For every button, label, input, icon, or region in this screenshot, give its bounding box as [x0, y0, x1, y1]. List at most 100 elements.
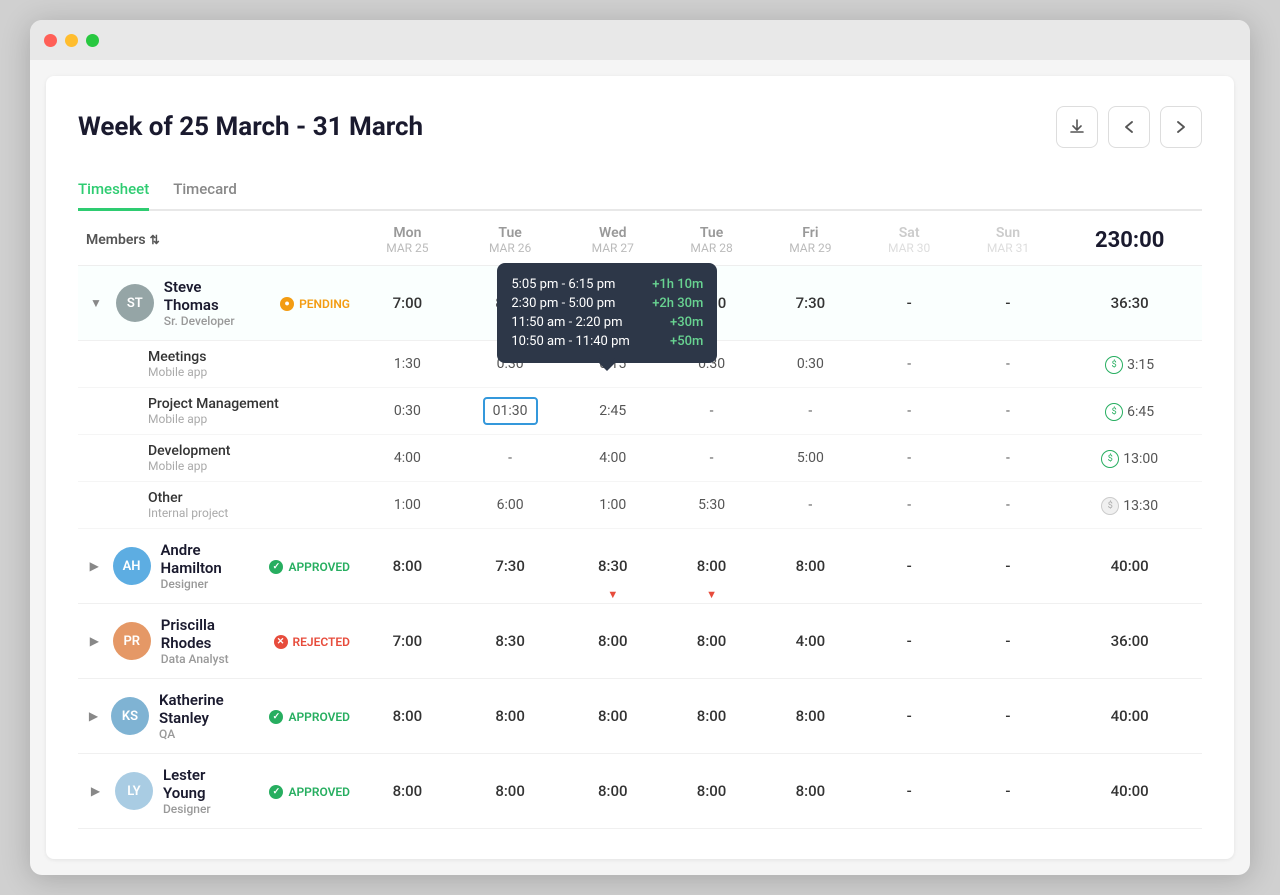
- dev-fri[interactable]: 5:00: [761, 435, 860, 482]
- expand-steve-button[interactable]: ▼: [86, 292, 106, 314]
- lester-tue[interactable]: 8:00: [457, 754, 564, 829]
- pm-fri[interactable]: -: [761, 388, 860, 435]
- meetings-thu[interactable]: 0:30: [662, 341, 761, 388]
- steve-fri[interactable]: 7:30: [761, 266, 860, 341]
- meetings-fri[interactable]: 0:30: [761, 341, 860, 388]
- member-role-steve: Sr. Developer: [164, 314, 250, 328]
- tab-timesheet[interactable]: Timesheet: [78, 172, 149, 211]
- timesheet-table: Members ⇅ Mon MAR 25 Tue MAR 26 Wed MAR …: [78, 211, 1202, 829]
- other-fri[interactable]: -: [761, 482, 860, 529]
- minimize-button[interactable]: [65, 34, 78, 47]
- meetings-tue[interactable]: 0:30: [457, 341, 564, 388]
- expand-lester-button[interactable]: ▶: [86, 780, 105, 802]
- dev-sun[interactable]: -: [959, 435, 1058, 482]
- pm-mon[interactable]: 0:30: [358, 388, 457, 435]
- meetings-total: $ 3:15: [1057, 341, 1202, 388]
- katherine-thu[interactable]: 8:00: [662, 679, 761, 754]
- pm-wed[interactable]: 2:45 5:05 pm - 6:15 pm +1h 10m 2:30 pm -…: [563, 388, 662, 435]
- steve-thu[interactable]: 6:00: [662, 266, 761, 341]
- member-role-priscilla: Data Analyst: [161, 652, 244, 666]
- priscilla-fri[interactable]: 4:00: [761, 604, 860, 679]
- task-project-other: Internal project: [148, 506, 350, 520]
- katherine-fri[interactable]: 8:00: [761, 679, 860, 754]
- priscilla-wed[interactable]: 8:00: [563, 604, 662, 679]
- col-header-wed: Wed MAR 27: [563, 211, 662, 266]
- meetings-mon[interactable]: 1:30: [358, 341, 457, 388]
- alert-thu-andre: ▼: [706, 588, 717, 601]
- member-name-steve: Steve Thomas: [164, 278, 250, 314]
- prev-week-button[interactable]: [1108, 106, 1150, 148]
- andre-tue[interactable]: 7:30: [457, 529, 564, 604]
- task-name-development: Development: [148, 443, 350, 459]
- andre-mon[interactable]: 8:00: [358, 529, 457, 604]
- dev-sat[interactable]: -: [860, 435, 959, 482]
- andre-sun[interactable]: -: [959, 529, 1058, 604]
- dev-wed[interactable]: 4:00: [563, 435, 662, 482]
- other-wed[interactable]: 1:00: [563, 482, 662, 529]
- other-sun[interactable]: -: [959, 482, 1058, 529]
- steve-tue[interactable]: 8:00: [457, 266, 564, 341]
- download-button[interactable]: [1056, 106, 1098, 148]
- header-controls: [1056, 106, 1202, 148]
- meetings-sat[interactable]: -: [860, 341, 959, 388]
- pm-tue-active-cell[interactable]: 01:30: [483, 397, 538, 425]
- lester-mon[interactable]: 8:00: [358, 754, 457, 829]
- katherine-sat[interactable]: -: [860, 679, 959, 754]
- lester-sat[interactable]: -: [860, 754, 959, 829]
- other-sat[interactable]: -: [860, 482, 959, 529]
- member-row-steve: ▼ ST Steve Thomas Sr. Developer ● PENDIN…: [78, 266, 1202, 341]
- andre-fri[interactable]: 8:00: [761, 529, 860, 604]
- priscilla-mon[interactable]: 7:00: [358, 604, 457, 679]
- priscilla-tue[interactable]: 8:30: [457, 604, 564, 679]
- other-thu[interactable]: 5:30: [662, 482, 761, 529]
- dev-tue[interactable]: -: [457, 435, 564, 482]
- lester-thu[interactable]: 8:00: [662, 754, 761, 829]
- pm-sun[interactable]: -: [959, 388, 1058, 435]
- priscilla-sun[interactable]: -: [959, 604, 1058, 679]
- other-tue[interactable]: 6:00: [457, 482, 564, 529]
- andre-wed[interactable]: 8:30 ▼: [563, 529, 662, 604]
- lester-wed[interactable]: 8:00: [563, 754, 662, 829]
- meetings-sun[interactable]: -: [959, 341, 1058, 388]
- andre-sat[interactable]: -: [860, 529, 959, 604]
- dev-thu[interactable]: -: [662, 435, 761, 482]
- avatar-steve: ST: [116, 284, 154, 322]
- task-cell-other: Other Internal project: [78, 482, 358, 529]
- dev-mon[interactable]: 4:00: [358, 435, 457, 482]
- expand-andre-button[interactable]: ▶: [86, 555, 103, 577]
- priscilla-sat[interactable]: -: [860, 604, 959, 679]
- katherine-tue[interactable]: 8:00: [457, 679, 564, 754]
- katherine-sun[interactable]: -: [959, 679, 1058, 754]
- close-button[interactable]: [44, 34, 57, 47]
- next-week-button[interactable]: [1160, 106, 1202, 148]
- andre-thu[interactable]: 8:00 ▼: [662, 529, 761, 604]
- tab-timecard[interactable]: Timecard: [173, 172, 237, 211]
- members-header[interactable]: Members ⇅: [78, 211, 358, 266]
- other-mon[interactable]: 1:00: [358, 482, 457, 529]
- lester-fri[interactable]: 8:00: [761, 754, 860, 829]
- katherine-wed[interactable]: 8:00: [563, 679, 662, 754]
- approved-icon-andre: ✓: [269, 560, 283, 574]
- andre-total: 40:00: [1057, 529, 1202, 604]
- task-name-meetings: Meetings: [148, 349, 350, 365]
- col-header-fri: Fri MAR 29: [761, 211, 860, 266]
- col-header-sat: Sat MAR 30: [860, 211, 959, 266]
- priscilla-total: 36:00: [1057, 604, 1202, 679]
- expand-priscilla-button[interactable]: ▶: [86, 630, 103, 652]
- katherine-mon[interactable]: 8:00: [358, 679, 457, 754]
- pm-thu[interactable]: -: [662, 388, 761, 435]
- task-name-other: Other: [148, 490, 350, 506]
- other-total-value: 13:30: [1123, 498, 1158, 514]
- pm-tue[interactable]: 01:30: [457, 388, 564, 435]
- meetings-wed[interactable]: 0:15: [563, 341, 662, 388]
- steve-sat[interactable]: -: [860, 266, 959, 341]
- lester-sun[interactable]: -: [959, 754, 1058, 829]
- priscilla-thu[interactable]: 8:00: [662, 604, 761, 679]
- member-row-lester: ▶ LY Lester Young Designer ✓ APPROVED: [78, 754, 1202, 829]
- steve-wed[interactable]: 8:00: [563, 266, 662, 341]
- steve-mon[interactable]: 7:00: [358, 266, 457, 341]
- expand-katherine-button[interactable]: ▶: [86, 705, 101, 727]
- pm-sat[interactable]: -: [860, 388, 959, 435]
- maximize-button[interactable]: [86, 34, 99, 47]
- steve-sun[interactable]: -: [959, 266, 1058, 341]
